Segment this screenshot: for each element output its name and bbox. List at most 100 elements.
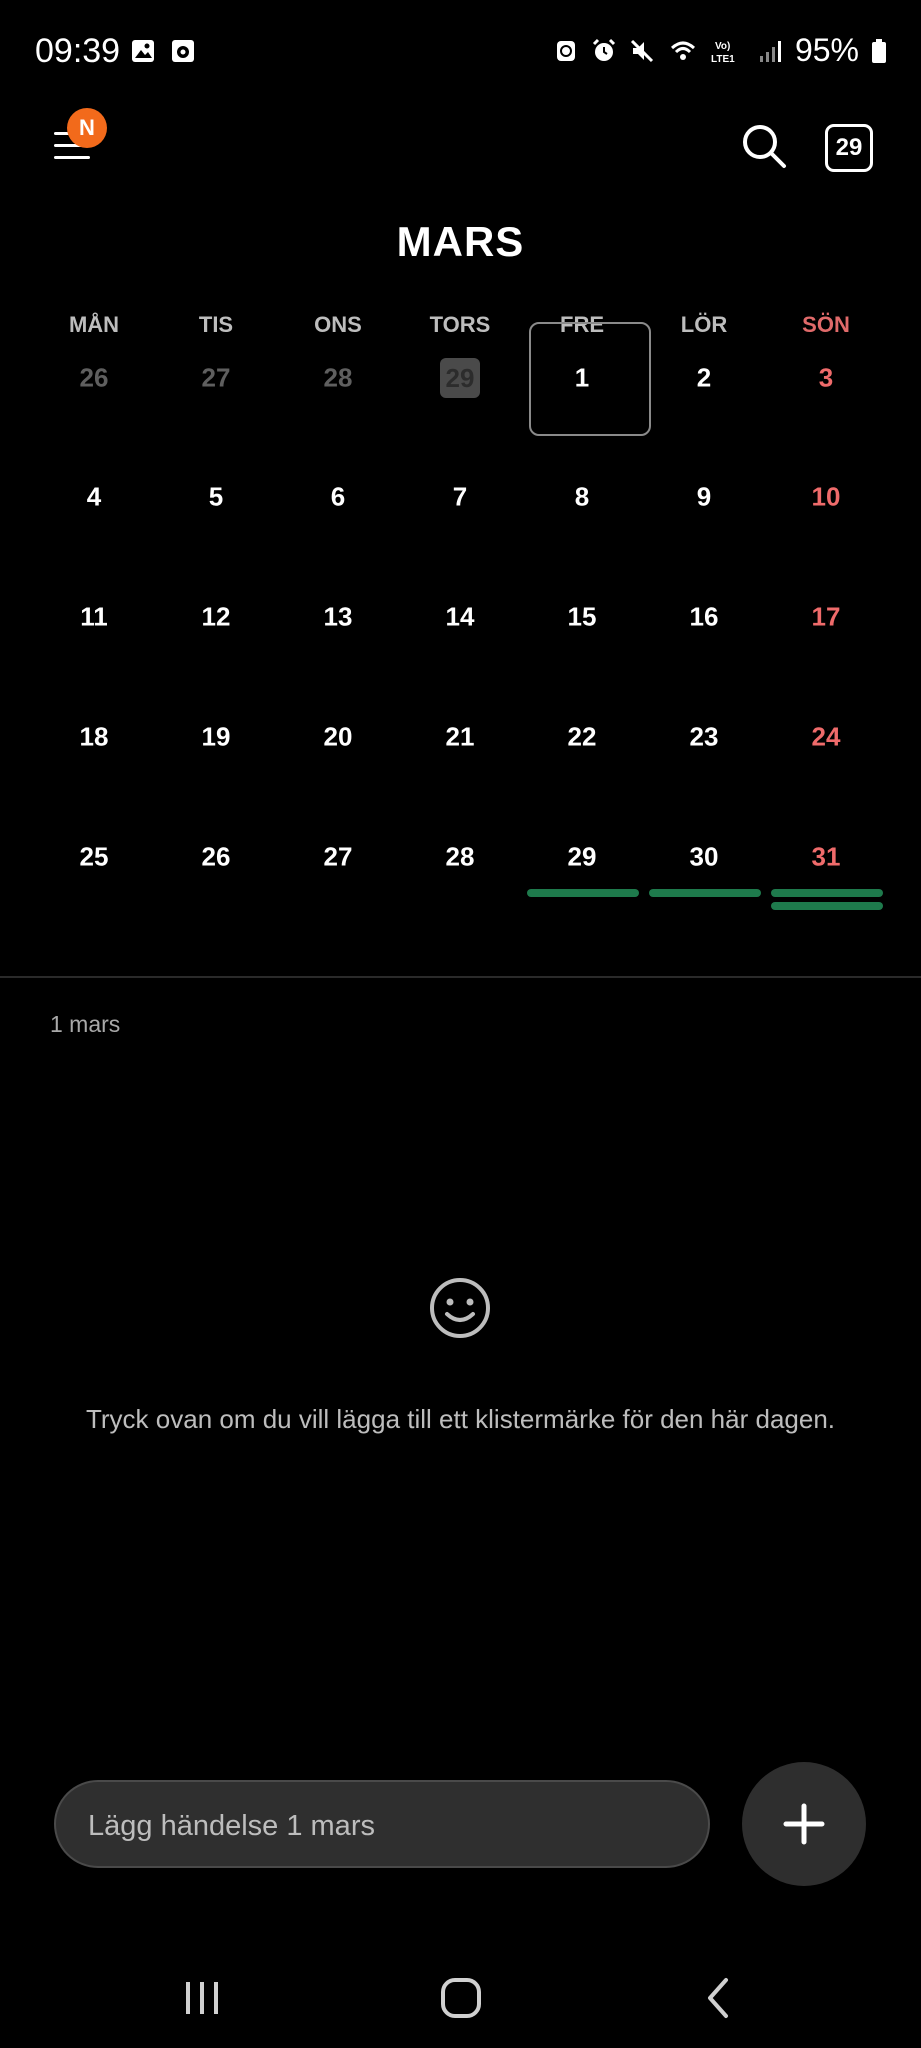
day-number: 6 — [330, 481, 346, 512]
day-number: 20 — [323, 721, 353, 752]
day-cell[interactable]: 17 — [765, 567, 887, 687]
day-cell[interactable]: 15 — [521, 567, 643, 687]
battery-icon — [872, 38, 886, 63]
signal-icon — [759, 40, 781, 62]
day-cell[interactable]: 10 — [765, 447, 887, 567]
search-button[interactable] — [736, 118, 792, 174]
home-button[interactable] — [431, 1970, 491, 2026]
month-title: MARS — [396, 218, 525, 265]
day-cell[interactable]: 6 — [277, 447, 399, 567]
day-cell[interactable]: 30 — [643, 807, 765, 927]
battery-percentage: 95% — [794, 32, 859, 68]
day-number: 31 — [811, 841, 841, 872]
selected-date-label: 1 mars — [50, 1011, 121, 1037]
day-cell[interactable]: 22 — [521, 687, 643, 807]
day-number: 18 — [79, 721, 109, 752]
wifi-icon — [670, 41, 695, 60]
day-cell[interactable]: 26 — [33, 328, 155, 448]
day-number: 29 — [567, 841, 597, 872]
day-number: 2 — [696, 362, 712, 393]
home-icon — [441, 1978, 481, 2018]
day-cell[interactable]: 21 — [399, 687, 521, 807]
day-number: 11 — [80, 601, 108, 632]
week-row: 26 27 28 29 1 2 3 — [33, 322, 888, 448]
event-bar — [771, 902, 883, 910]
week-row: 11 12 13 14 15 16 17 — [33, 567, 888, 687]
back-icon — [708, 1978, 728, 2018]
back-button[interactable] — [690, 1970, 750, 2026]
day-cell[interactable]: 27 — [277, 807, 399, 927]
event-bar — [771, 889, 883, 897]
day-number: 9 — [696, 481, 712, 512]
day-number: 29 — [440, 358, 480, 398]
svg-text:Vo): Vo) — [715, 41, 730, 52]
day-cell-selected[interactable]: 1 — [521, 322, 651, 448]
status-time: 09:39 — [35, 32, 121, 70]
today-button[interactable]: 29 — [825, 124, 873, 172]
week-row: 25 26 27 28 29 30 31 — [33, 807, 888, 927]
day-cell[interactable]: 28 — [277, 328, 399, 448]
day-cell[interactable]: 11 — [33, 567, 155, 687]
day-number: 13 — [323, 601, 353, 632]
week-row: 4 5 6 7 8 9 10 — [33, 447, 888, 567]
day-number: 14 — [445, 601, 475, 632]
day-cell[interactable]: 24 — [765, 687, 887, 807]
day-cell[interactable]: 31 — [765, 807, 887, 927]
plus-icon — [783, 1803, 825, 1845]
day-number: 25 — [79, 841, 109, 872]
add-event-button[interactable] — [742, 1762, 866, 1886]
status-bar: 09:39 Vo) LTE1 95% — [0, 0, 921, 100]
recent-apps-icon — [186, 1982, 218, 2014]
day-number: 5 — [208, 481, 224, 512]
sticker-button[interactable] — [428, 1276, 492, 1340]
day-cell[interactable]: 27 — [155, 328, 277, 448]
day-number: 23 — [689, 721, 719, 752]
navigation-bar — [0, 1948, 921, 2048]
day-number: 1 — [574, 362, 590, 393]
day-cell[interactable]: 25 — [33, 807, 155, 927]
search-icon — [743, 125, 786, 168]
day-number: 12 — [201, 601, 231, 632]
day-cell[interactable]: 3 — [765, 328, 887, 448]
day-cell[interactable]: 14 — [399, 567, 521, 687]
day-number: 17 — [811, 601, 841, 632]
volte-lte-icon: Vo) LTE1 — [711, 41, 735, 64]
day-cell-today[interactable]: 29 — [399, 328, 521, 448]
day-cell[interactable]: 16 — [643, 567, 765, 687]
day-cell[interactable]: 5 — [155, 447, 277, 567]
day-cell[interactable]: 7 — [399, 447, 521, 567]
day-cell[interactable]: 18 — [33, 687, 155, 807]
day-cell[interactable]: 23 — [643, 687, 765, 807]
day-number: 27 — [201, 362, 231, 393]
day-number: 24 — [811, 721, 841, 752]
day-cell[interactable]: 4 — [33, 447, 155, 567]
day-cell[interactable]: 19 — [155, 687, 277, 807]
day-number: 30 — [689, 841, 719, 872]
week-row: 18 19 20 21 22 23 24 — [33, 687, 888, 807]
recent-apps-button[interactable] — [172, 1970, 232, 2026]
day-cell[interactable]: 13 — [277, 567, 399, 687]
day-cell[interactable]: 8 — [521, 447, 643, 567]
event-bar — [649, 889, 761, 897]
day-cell[interactable]: 20 — [277, 687, 399, 807]
day-number: 3 — [818, 362, 834, 393]
day-number: 4 — [86, 481, 102, 512]
day-number: 10 — [811, 481, 841, 512]
divider — [0, 976, 921, 978]
day-number: 15 — [567, 601, 597, 632]
day-cell[interactable]: 26 — [155, 807, 277, 927]
day-number: 26 — [201, 841, 231, 872]
recycle-icon — [556, 40, 575, 61]
sticker-hint-text: Tryck ovan om du vill lägga till ett kli… — [85, 1404, 836, 1434]
day-cell[interactable]: 28 — [399, 807, 521, 927]
day-number: 22 — [567, 721, 597, 752]
add-event-input[interactable]: Lägg händelse 1 mars — [54, 1780, 710, 1868]
day-cell[interactable]: 12 — [155, 567, 277, 687]
event-bar — [527, 889, 639, 897]
day-cell[interactable]: 29 — [521, 807, 643, 927]
day-cell[interactable]: 2 — [643, 328, 765, 448]
day-cell[interactable]: 9 — [643, 447, 765, 567]
mute-icon — [630, 39, 654, 62]
day-number: 19 — [201, 721, 231, 752]
screen-recorder-icon — [172, 40, 194, 62]
